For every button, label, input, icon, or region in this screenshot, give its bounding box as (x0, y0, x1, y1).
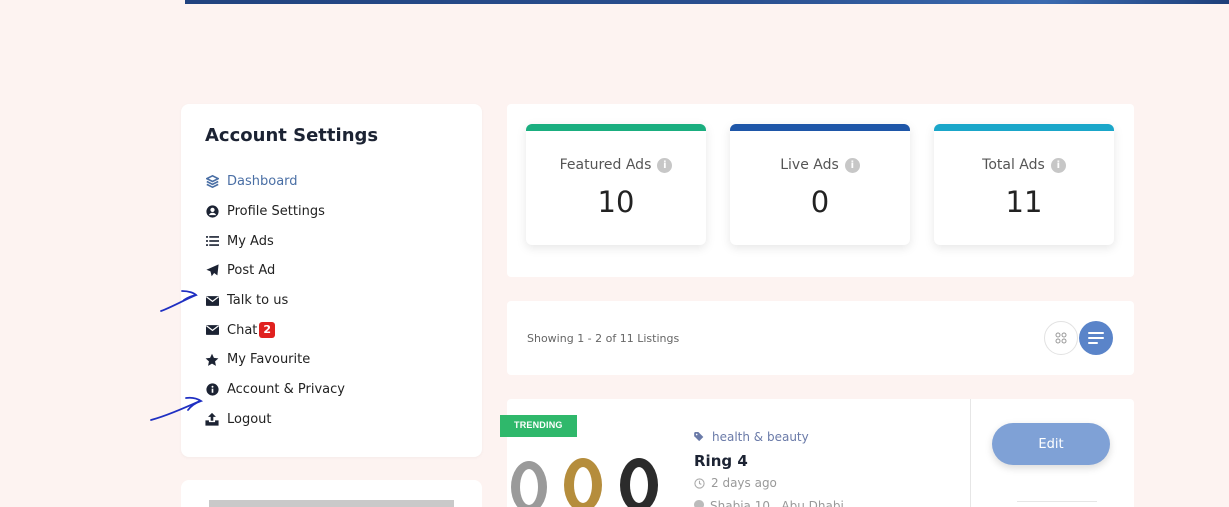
stat-value: 10 (597, 185, 635, 219)
sidebar-item-account-privacy[interactable]: Account & Privacy (205, 375, 458, 405)
listing-count-text: Showing 1 - 2 of 11 Listings (527, 332, 680, 345)
trending-badge: TRENDING (500, 415, 577, 437)
placeholder-image (209, 500, 454, 507)
sidebar-item-talk-to-us[interactable]: Talk to us (205, 286, 458, 316)
sidebar-item-label: Logout (227, 411, 272, 427)
listing-actions-divider (1017, 501, 1097, 507)
list-view-button[interactable] (1079, 321, 1113, 355)
stat-card-featured-ads: Featured Ads i 10 (526, 124, 706, 245)
sidebar-secondary-card (181, 480, 482, 507)
layers-icon (205, 175, 219, 189)
chat-count-badge: 2 (259, 322, 276, 339)
account-settings-sidebar: Account Settings Dashboard Profile Setti… (181, 104, 482, 457)
info-circle-icon (205, 383, 219, 397)
logout-icon (205, 412, 219, 426)
listing-card[interactable]: TRENDING health & beauty Ring 4 2 days a… (500, 399, 1134, 507)
sidebar-item-label: Profile Settings (227, 204, 325, 220)
envelope-icon (205, 294, 219, 308)
sidebar-item-label: Post Ad (227, 263, 276, 279)
grid-icon (1055, 332, 1067, 344)
location-pin-icon (694, 500, 704, 507)
envelope-icon (205, 323, 219, 337)
listing-divider (970, 399, 971, 507)
sidebar-title: Account Settings (205, 125, 379, 146)
sidebar-item-post-ad[interactable]: Post Ad (205, 256, 458, 286)
sidebar-item-profile-settings[interactable]: Profile Settings (205, 197, 458, 227)
sidebar-item-my-favourite[interactable]: My Favourite (205, 345, 458, 375)
paper-plane-icon (205, 264, 219, 278)
sidebar-menu: Dashboard Profile Settings My Ads Post A… (205, 167, 458, 434)
stat-accent-bar (526, 124, 706, 131)
listing-time: 2 days ago (694, 476, 777, 490)
sidebar-item-label: Chat (227, 322, 258, 338)
listing-category[interactable]: health & beauty (694, 430, 809, 444)
stat-card-live-ads: Live Ads i 0 (730, 124, 910, 245)
stat-value: 0 (810, 185, 830, 219)
star-icon (205, 353, 219, 367)
annotation-arrow-talk-to-us (160, 290, 198, 312)
sidebar-item-label: Talk to us (227, 293, 289, 309)
listing-location: Shabia 10 , Abu Dhabi (694, 499, 844, 507)
tag-icon (694, 432, 704, 442)
stats-panel: Featured Ads i 10 Live Ads i 0 Total Ads i … (507, 104, 1134, 277)
list-lines-icon (1088, 332, 1104, 344)
listing-header: Showing 1 - 2 of 11 Listings (507, 301, 1134, 375)
sidebar-item-logout[interactable]: Logout (205, 405, 458, 435)
listing-title[interactable]: Ring 4 (694, 452, 748, 470)
info-icon[interactable]: i (844, 157, 860, 173)
list-icon (205, 234, 219, 248)
stat-value: 11 (1005, 185, 1043, 219)
sidebar-item-label: Account & Privacy (227, 382, 345, 398)
stat-accent-bar (934, 124, 1114, 131)
stat-label: Total Ads i (934, 157, 1114, 173)
stat-label: Live Ads i (730, 157, 910, 173)
top-accent-bar-gap (0, 0, 185, 4)
sidebar-item-my-ads[interactable]: My Ads (205, 226, 458, 256)
grid-view-button[interactable] (1044, 321, 1078, 355)
annotation-arrow-logout (150, 396, 204, 421)
sidebar-item-label: Dashboard (227, 174, 298, 190)
stat-card-total-ads: Total Ads i 11 (934, 124, 1114, 245)
sidebar-item-dashboard[interactable]: Dashboard (205, 167, 458, 197)
clock-icon (694, 477, 705, 489)
sidebar-item-label: My Ads (227, 233, 274, 249)
edit-button[interactable]: Edit (992, 423, 1110, 465)
user-circle-icon (205, 205, 219, 219)
info-icon[interactable]: i (657, 157, 673, 173)
stat-label: Featured Ads i (526, 157, 706, 173)
sidebar-item-chat[interactable]: Chat 2 (205, 315, 458, 345)
sidebar-item-label: My Favourite (227, 352, 311, 368)
info-icon[interactable]: i (1050, 157, 1066, 173)
listing-thumbnail[interactable] (507, 455, 677, 507)
stat-accent-bar (730, 124, 910, 131)
